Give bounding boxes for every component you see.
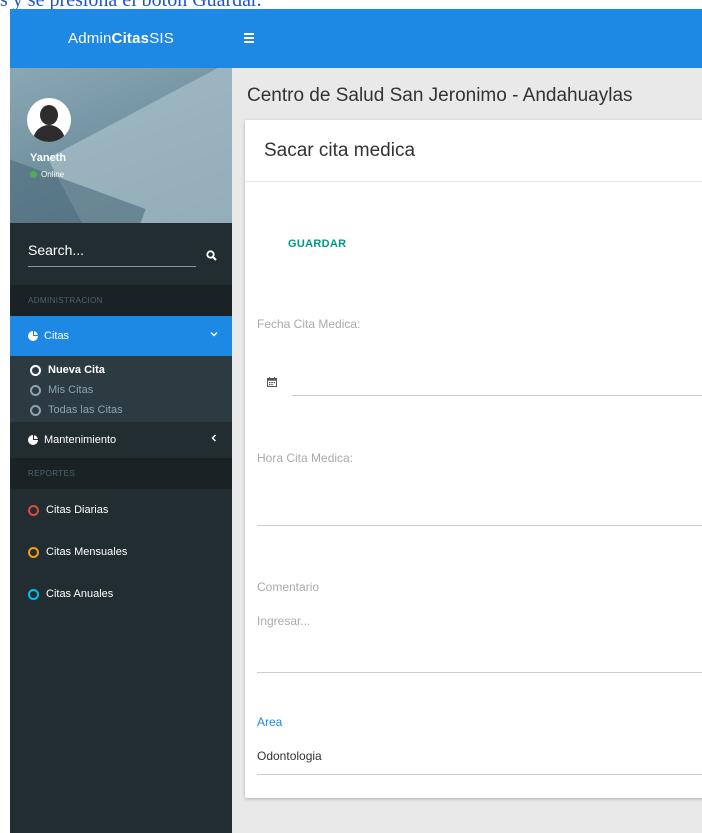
calendar-icon — [267, 374, 277, 392]
sidebar-item-label: Citas Anuales — [46, 588, 114, 600]
user-name: Yaneth — [30, 152, 67, 164]
comentario-label: Comentario — [257, 580, 320, 594]
brand-part-1: Admin — [68, 30, 112, 47]
search-input[interactable]: Search... — [28, 242, 196, 267]
document-caption: s y se presiona el botón Guardar. — [0, 0, 702, 9]
sidebar-item-citas-anuales[interactable]: Citas Anuales — [10, 573, 232, 615]
sidebar-subitem-todas-las-citas[interactable]: Todas las Citas — [10, 400, 232, 420]
chevron-down-icon — [210, 329, 218, 341]
menu-toggle-icon[interactable] — [244, 33, 254, 45]
sidebar-item-label: Citas Mensuales — [46, 546, 128, 558]
sidebar-item-citas-mensuales[interactable]: Citas Mensuales — [10, 531, 232, 573]
sidebar: Admin Citas SIS Yaneth Online Search... AD… — [10, 9, 232, 833]
area-label: Area — [257, 715, 283, 729]
brand-part-3: SIS — [149, 30, 174, 47]
sidebar-item-mantenimiento[interactable]: Mantenimiento — [10, 422, 232, 458]
comentario-underline — [257, 672, 702, 673]
page-title: Centro de Salud San Jeronimo - Andahuayl… — [247, 85, 633, 106]
fecha-label: Fecha Cita Medica: — [257, 317, 361, 331]
circle-icon — [30, 384, 41, 396]
section-header-admin: ADMINISTRACION — [10, 285, 232, 316]
brand-part-2: Citas — [111, 30, 150, 47]
sidebar-item-label: Mantenimiento — [44, 434, 117, 446]
sidebar-subitem-label: Todas las Citas — [48, 404, 123, 416]
sidebar-subitem-mis-citas[interactable]: Mis Citas — [10, 380, 232, 400]
sidebar-item-citas[interactable]: Citas — [10, 316, 232, 356]
avatar[interactable] — [27, 98, 71, 142]
search-icon[interactable] — [206, 248, 217, 266]
sidebar-subitem-label: Mis Citas — [48, 384, 94, 396]
sidebar-subitem-nueva-cita[interactable]: Nueva Cita — [10, 360, 232, 380]
brand-logo[interactable]: Admin Citas SIS — [10, 9, 232, 68]
citas-submenu: Nueva Cita Mis Citas Todas las Citas — [10, 356, 232, 422]
card-title: Sacar cita medica — [245, 120, 702, 182]
sidebar-subitem-label: Nueva Cita — [48, 364, 105, 376]
hora-field[interactable] — [257, 525, 702, 526]
sidebar-item-label: Citas — [44, 330, 70, 342]
top-navbar — [232, 9, 702, 68]
circle-icon — [28, 504, 39, 516]
comentario-field[interactable]: Ingresar... — [257, 614, 310, 628]
fecha-field[interactable] — [292, 395, 702, 396]
area-select[interactable]: Odontologia — [257, 749, 322, 763]
circle-icon — [30, 404, 41, 416]
appointment-form-card: Sacar cita medica GUARDAR Fecha Cita Med… — [245, 120, 702, 798]
user-status-label: Online — [41, 170, 65, 179]
app-screen: Admin Citas SIS Yaneth Online Search... AD… — [10, 9, 702, 833]
chevron-left-icon — [210, 433, 218, 445]
user-status: Online — [30, 170, 64, 179]
circle-icon — [28, 588, 39, 600]
pie-chart-icon — [28, 331, 38, 341]
area-underline — [257, 774, 702, 775]
circle-icon — [30, 364, 41, 376]
online-status-dot-icon — [30, 171, 37, 178]
section-header-reports: REPORTES — [10, 458, 232, 489]
circle-icon — [28, 546, 39, 558]
pie-chart-icon — [28, 435, 38, 445]
save-button[interactable]: GUARDAR — [288, 238, 346, 250]
sidebar-item-citas-diarias[interactable]: Citas Diarias — [10, 489, 232, 531]
user-panel: Yaneth Online — [10, 68, 232, 223]
sidebar-search: Search... — [10, 223, 232, 285]
sidebar-item-label: Citas Diarias — [46, 504, 109, 516]
hora-label: Hora Cita Medica: — [257, 451, 354, 465]
